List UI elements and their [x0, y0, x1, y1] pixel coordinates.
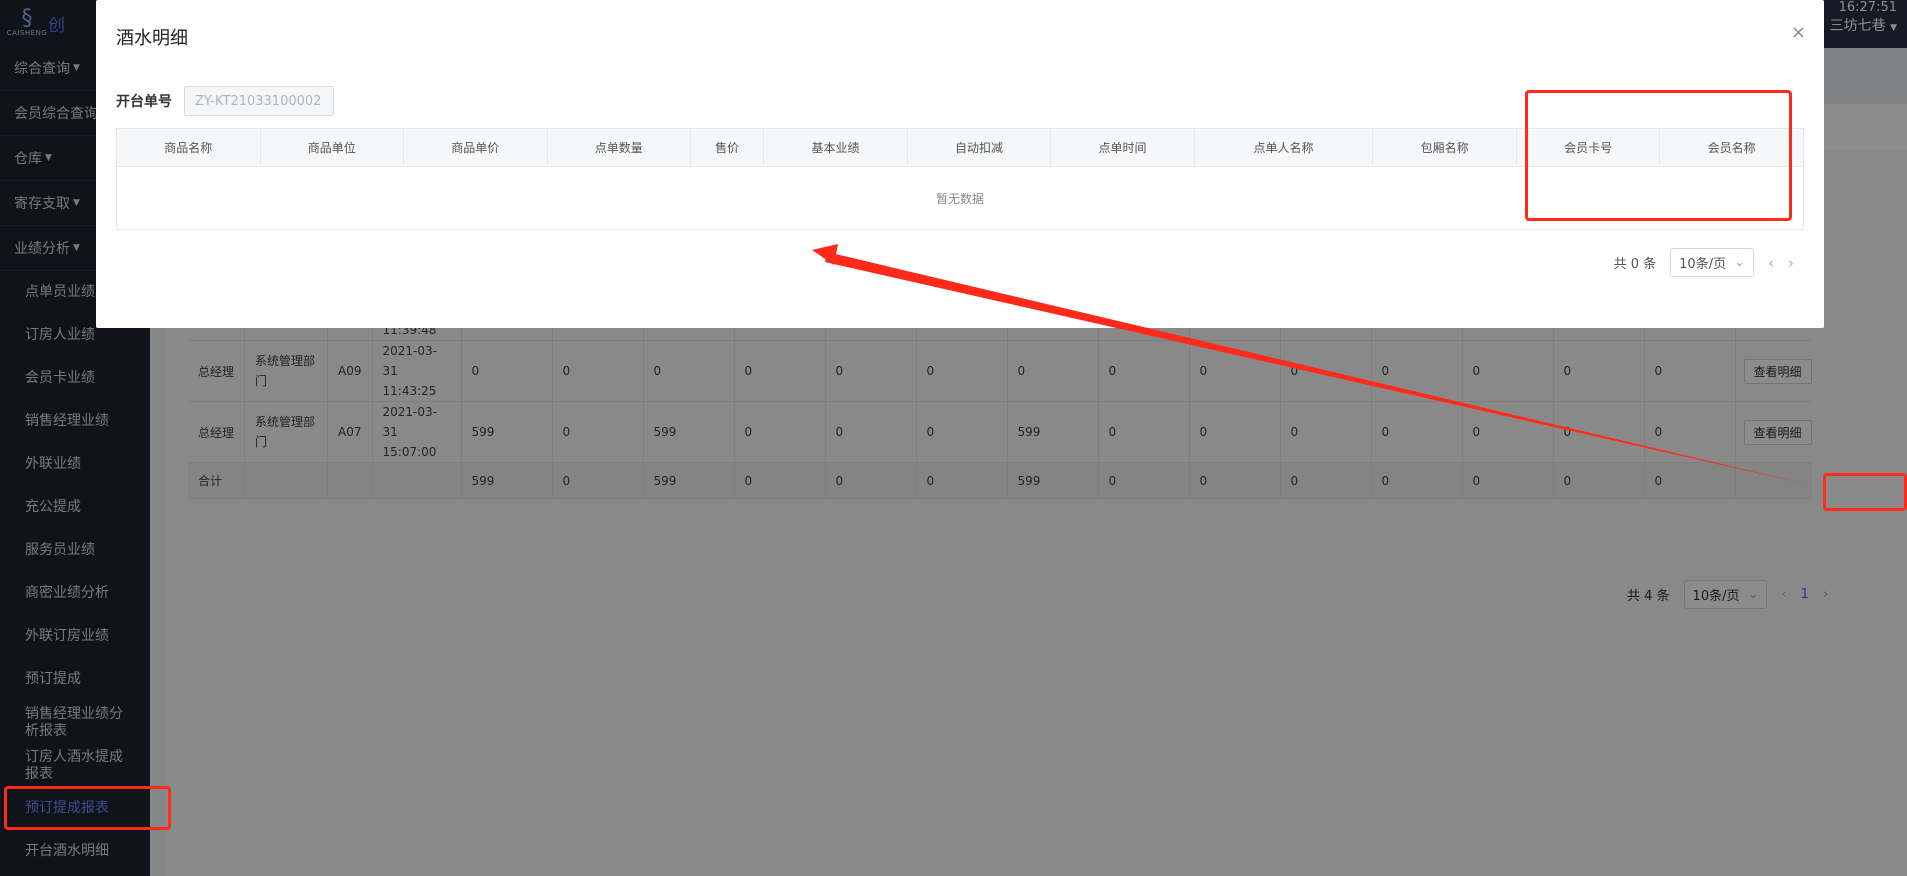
annotation-arrow-icon	[812, 244, 1810, 485]
